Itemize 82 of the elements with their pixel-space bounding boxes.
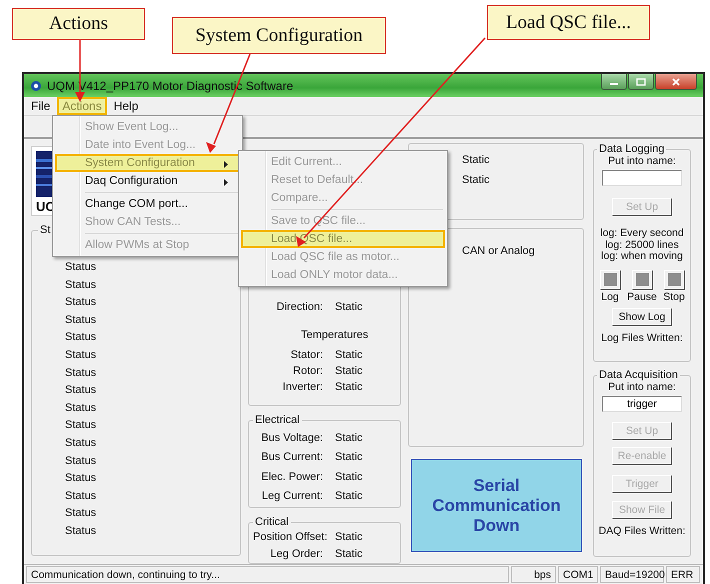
field-value: Static <box>335 548 363 560</box>
field-label: Position Offset: <box>253 530 328 542</box>
status-label: Status <box>64 330 98 346</box>
app-icon <box>30 80 42 92</box>
toggle-label: Log <box>601 290 619 302</box>
menu-bar-item[interactable]: File <box>26 97 56 115</box>
name-input[interactable]: trigger <box>602 396 682 412</box>
status-label: Status <box>64 454 98 469</box>
status-message: Communication down, continuing to try... <box>26 566 509 583</box>
callout-label: System Configuration <box>172 17 386 54</box>
log-note: log: Every second <box>600 228 684 240</box>
group-title: St <box>39 224 52 236</box>
field-value: Static <box>335 365 363 377</box>
menu-item[interactable]: Change COM port... <box>55 195 240 213</box>
field-value: Static <box>462 173 491 188</box>
files-written-label: DAQ Files Written: <box>598 525 686 537</box>
group-title: Data Acquisition <box>598 369 679 381</box>
log-note: log: 25000 lines <box>605 240 680 250</box>
status-label: Status <box>64 312 98 328</box>
name-input[interactable] <box>602 170 682 186</box>
status-label: Status <box>64 348 98 363</box>
files-written-label: Log Files Written: <box>601 332 683 344</box>
field-value: Static <box>335 432 363 444</box>
field-label: Put into name: <box>608 381 676 393</box>
field-label: Bus Current: <box>260 451 324 464</box>
field-label: Leg Current: <box>260 490 324 502</box>
status-label: Status <box>64 260 98 275</box>
field-label: Stator: <box>290 349 324 361</box>
status-label: Status <box>64 436 98 451</box>
show-log-button[interactable]: Show Log <box>612 308 672 326</box>
status-label: Status <box>64 524 98 539</box>
maximize-icon <box>636 78 646 86</box>
toggle-button[interactable] <box>664 270 684 290</box>
field-value: Static <box>462 153 491 168</box>
field-value: Static <box>335 451 363 464</box>
field-value: Static <box>335 470 363 483</box>
menu-bar-item[interactable]: Actions <box>57 97 107 115</box>
status-label: Status <box>64 295 98 310</box>
toggle-button[interactable] <box>632 270 652 290</box>
toggle-button[interactable] <box>600 270 620 290</box>
close-icon <box>671 78 681 86</box>
status-label: Status <box>64 506 98 522</box>
callout-label: Load QSC file... <box>487 5 650 40</box>
menu-item[interactable]: System Configuration <box>55 154 240 172</box>
status-pane: bps <box>511 566 556 583</box>
field-value: Static <box>335 349 363 361</box>
status-banner: Serial Communication Down <box>411 459 582 552</box>
status-label: Status <box>64 471 98 486</box>
status-pane: COM1 <box>558 566 598 583</box>
field-value: Static <box>335 381 363 393</box>
status-label: Status <box>64 383 98 398</box>
field-value: Static <box>335 301 363 313</box>
field-value: Static <box>335 530 363 542</box>
status-label: Status <box>64 278 98 293</box>
field-label: Put into name: <box>608 155 676 167</box>
toggle-label: Pause <box>627 290 657 302</box>
menu-bar-item[interactable]: Help <box>108 97 144 115</box>
close-button[interactable] <box>655 74 697 90</box>
field-label: Elec. Power: <box>260 470 324 483</box>
status-label: Status <box>64 400 98 416</box>
group-title: Data Logging <box>598 143 666 155</box>
section-heading: Temperatures <box>300 328 370 343</box>
menu-item[interactable]: Daq Configuration <box>55 172 240 190</box>
log-note: log: when moving <box>600 251 684 262</box>
callout-label: Actions <box>12 8 145 40</box>
maximize-button[interactable] <box>628 74 654 90</box>
toggle-label: Stop <box>663 290 685 302</box>
field-label: Bus Voltage: <box>260 432 324 444</box>
field-label: Direction: <box>276 301 324 313</box>
field-label: Inverter: <box>282 381 324 393</box>
field-label: Rotor: <box>292 365 324 377</box>
status-pane: Baud=19200 <box>600 566 664 583</box>
field-value: CAN or Analog <box>462 244 536 259</box>
status-label: Status <box>64 366 98 381</box>
status-label: Status <box>64 488 98 504</box>
group-title: Critical <box>254 516 290 528</box>
status-pane: ERR <box>666 566 700 583</box>
status-label: Status <box>64 418 98 434</box>
group-title: Electrical <box>254 414 301 426</box>
field-label: Leg Order: <box>269 548 324 560</box>
field-value: Static <box>335 490 363 502</box>
minimize-button[interactable] <box>601 74 627 90</box>
